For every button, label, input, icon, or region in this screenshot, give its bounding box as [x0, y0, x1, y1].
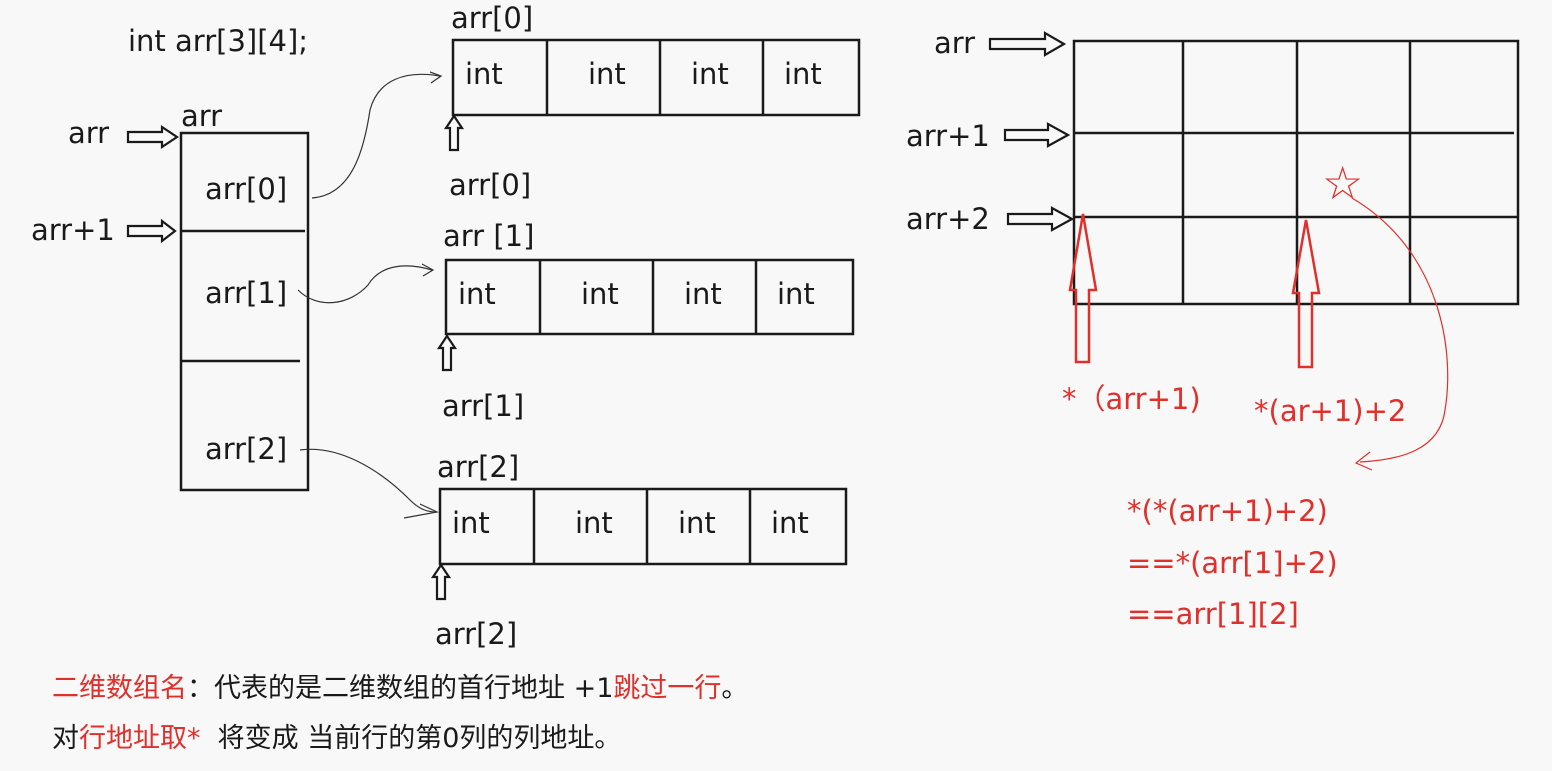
int-cell: int	[452, 506, 490, 540]
arrow-right-icon	[1006, 206, 1075, 232]
equation-line: ==*(arr[1]+2)	[1127, 546, 1338, 580]
star-icon: ☆	[1322, 156, 1364, 210]
arrow-right-icon	[126, 124, 179, 150]
int-cell: int	[784, 57, 822, 91]
left-row-label: arr[1]	[205, 276, 288, 310]
int-cell: int	[458, 277, 496, 311]
row-deref-annotation: *（arr+1)	[1062, 382, 1201, 416]
arrow-right-icon	[1003, 122, 1071, 148]
pointer-label-arr: arr	[68, 116, 110, 150]
middle-row-title: arr[0]	[451, 1, 534, 35]
pointer-label-arr-plus-1: arr+1	[31, 213, 115, 247]
int-cell: int	[684, 277, 722, 311]
array-declaration: int arr[3][4];	[128, 24, 309, 58]
arrow-up-icon	[436, 334, 458, 372]
note-highlight: 行地址取*	[79, 723, 201, 754]
int-cell: int	[575, 506, 613, 540]
int-cell: int	[581, 277, 619, 311]
grid-pointer-label-arr-plus-2: arr+2	[906, 202, 990, 236]
left-row-label: arr[0]	[205, 172, 288, 206]
note-text: 将变成 当前行的第0列的列地址。	[200, 723, 622, 754]
arrow-up-icon	[443, 114, 465, 152]
grid-pointer-label-arr: arr	[934, 26, 976, 60]
left-row-label: arr[2]	[205, 432, 288, 466]
grid-pointer-label-arr-plus-1: arr+1	[906, 119, 990, 153]
int-cell: int	[465, 57, 503, 91]
note-text: ：代表的是二维数组的首行地址 +1	[187, 673, 614, 704]
row-pointer-label: arr[2]	[435, 617, 518, 651]
equation-line: *(*(arr+1)+2)	[1127, 494, 1328, 528]
note-term: 二维数组名	[52, 673, 187, 704]
note-line-1: 二维数组名：代表的是二维数组的首行地址 +1跳过一行。	[52, 675, 748, 702]
element-address-annotation: *(ar+1)+2	[1254, 394, 1407, 428]
row-pointer-label: arr[0]	[449, 168, 532, 202]
right-grid	[1072, 39, 1520, 306]
row-pointer-label: arr[1]	[442, 389, 525, 423]
left-block-title: arr	[181, 99, 223, 133]
int-cell: int	[678, 506, 716, 540]
int-cell: int	[588, 57, 626, 91]
note-text: 对	[52, 723, 79, 754]
arrow-right-icon	[988, 31, 1067, 57]
arrow-right-icon	[126, 218, 177, 244]
int-cell: int	[771, 506, 809, 540]
diagram-canvas	[126, 31, 1520, 601]
int-cell: int	[691, 57, 729, 91]
arrow-up-icon	[430, 563, 452, 601]
middle-row-title: arr [1]	[443, 219, 535, 253]
equation-line: ==arr[1][2]	[1127, 597, 1299, 631]
connector-lines	[297, 71, 443, 519]
note-highlight: 跳过一行	[613, 673, 722, 704]
int-cell: int	[777, 277, 815, 311]
middle-row-title: arr[2]	[437, 450, 520, 484]
note-text: 。	[721, 673, 749, 704]
note-line-2: 对行地址取* 将变成 当前行的第0列的列地址。	[52, 725, 621, 752]
